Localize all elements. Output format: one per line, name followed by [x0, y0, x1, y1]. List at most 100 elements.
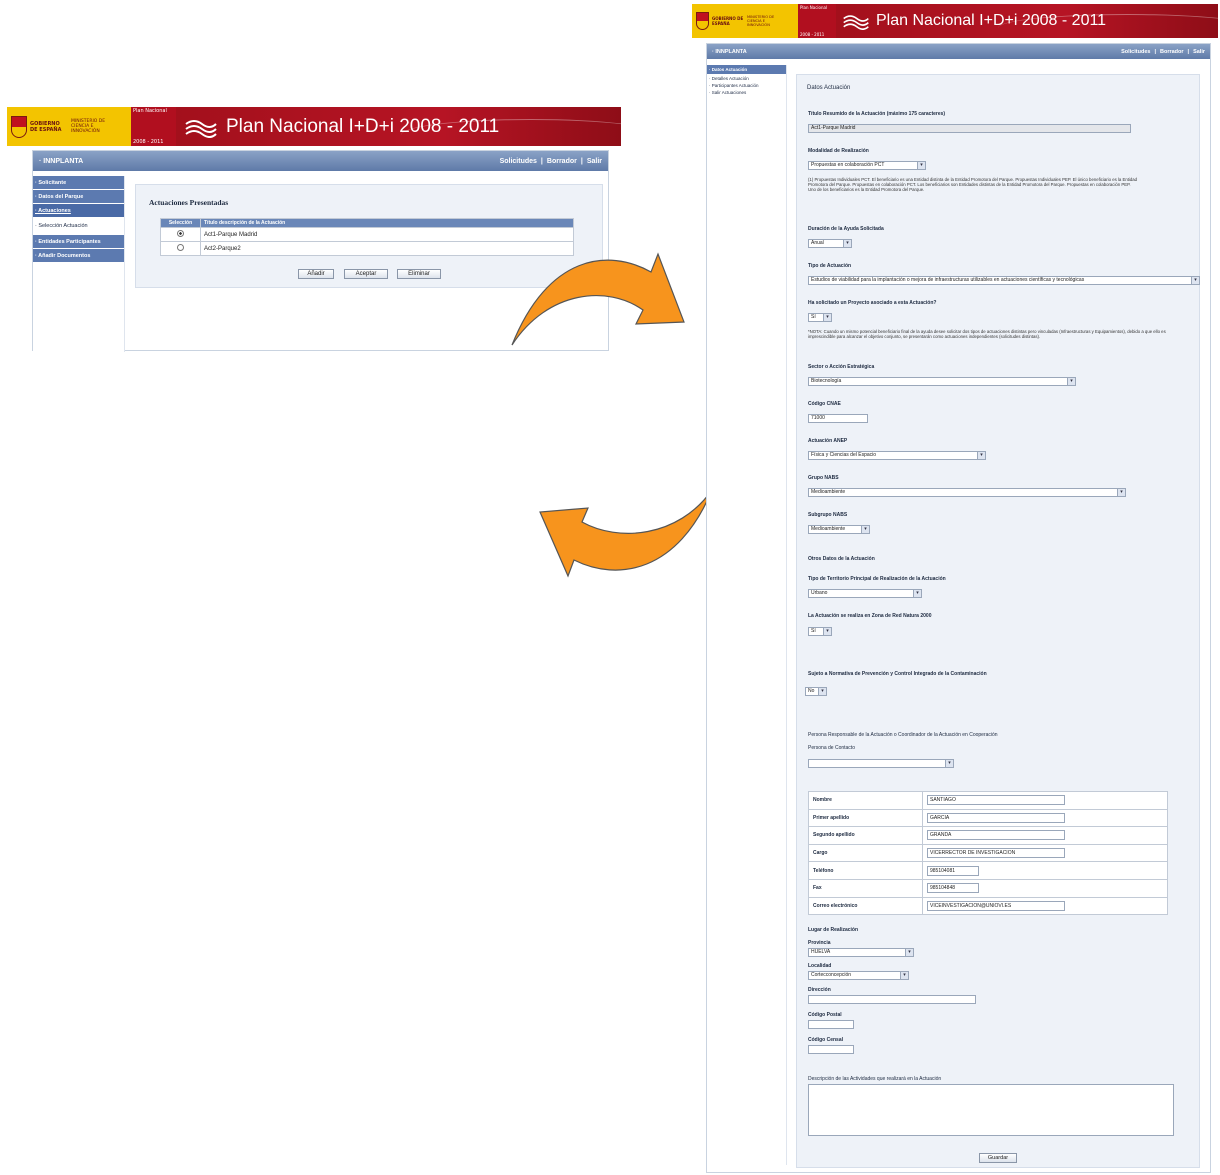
modalidad-select[interactable]: Propuestas en colaboración PCT ▾ [808, 161, 926, 170]
banner-title: Plan Nacional I+D+i 2008 - 2011 [176, 107, 621, 146]
plan-mini-text: Plan Nacional [133, 108, 167, 114]
proyecto-select[interactable]: Sí ▾ [808, 313, 832, 322]
dropdown-arrow-icon: ▾ [1067, 378, 1075, 385]
direccion-label: Dirección [808, 987, 831, 993]
ministerio-text: MINISTERIO DE CIENCIA E INNOVACIÓN [747, 14, 775, 28]
primer-apellido-field[interactable]: GARCIA [927, 812, 1065, 823]
table-row: Correo electrónico VICEINVESTIGACION@UNIO… [808, 896, 1168, 916]
dropdown-arrow-icon: ▾ [843, 240, 851, 247]
link-solicitudes[interactable]: Solicitudes [1121, 49, 1150, 55]
aneo-label: Actuación ANEP [808, 438, 848, 444]
app-name: · INNPLANTA [712, 48, 747, 55]
grupo-select[interactable]: Medioambiente ▾ [808, 488, 1126, 497]
save-button[interactable]: Guardar [979, 1153, 1017, 1163]
sidebar-item-detalles-actuacion[interactable]: · Detalles Actuación [707, 75, 786, 82]
delete-button[interactable]: Eliminar [397, 269, 441, 279]
aneo-select[interactable]: Física y Ciencias del Espacio ▾ [808, 451, 986, 460]
dropdown-arrow-icon: ▾ [1191, 277, 1199, 284]
add-button[interactable]: Añadir [298, 269, 334, 279]
banner-title-text: Plan Nacional I+D+i 2008 - 2011 [876, 12, 1107, 29]
tipo-label: Tipo de Actuación [808, 263, 852, 269]
banner-title: Plan Nacional I+D+i 2008 - 2011 [836, 4, 1218, 38]
descripcion-textarea[interactable] [808, 1084, 1174, 1136]
dropdown-arrow-icon: ▾ [977, 452, 985, 459]
grupo-label: Grupo NABS [808, 475, 839, 481]
contact-key: Segundo apellido [808, 826, 923, 845]
postal-field[interactable] [808, 1020, 854, 1029]
duracion-label: Duración de la Ayuda Solicitada [808, 226, 884, 232]
dropdown-arrow-icon: ▾ [823, 314, 831, 321]
dropdown-arrow-icon: ▾ [818, 688, 826, 695]
otros-datos-label: Otros Datos de la Actuación [808, 556, 875, 562]
top-links: Solicitudes | Borrador | Salir [1121, 48, 1205, 55]
plan-waves-icon [843, 15, 869, 30]
plan-mini-years: 2008 - 2011 [133, 139, 164, 145]
segundo-apellido-field[interactable]: GRANDA [927, 830, 1065, 841]
row-title: Act1-Parque Madrid [200, 227, 574, 242]
subgrupo-label: Subgrupo NABS [808, 512, 848, 518]
sidebar-item-documentos[interactable]: · Añadir Documentos [33, 249, 124, 263]
cargo-field[interactable]: VICERRECTOR DE INVESTIGACION [927, 848, 1065, 859]
left-sidebar: · Solicitante · Datos del Parque · Actua… [33, 176, 125, 352]
contacto-select[interactable]: ▾ [808, 759, 954, 768]
table-row: Segundo apellido GRANDA [808, 826, 1168, 845]
radio-icon[interactable] [177, 244, 184, 251]
spain-shield-icon [696, 12, 709, 30]
government-logo: GOBIERNO DE ESPAÑA MINISTERIO DE CIENCIA… [692, 4, 798, 38]
table-row[interactable]: Act1-Parque Madrid [160, 227, 574, 242]
sidebar-item-salir-actuaciones[interactable]: · Salir Actuaciones [707, 89, 786, 96]
titulo-field[interactable]: Act1-Parque Madrid [808, 124, 1131, 133]
link-salir[interactable]: Salir [587, 158, 602, 165]
table-row: Fax 985104848 [808, 878, 1168, 898]
radio-icon[interactable] [177, 230, 184, 237]
sujeto-select[interactable]: No ▾ [805, 687, 827, 696]
sidebar-item-datos-actuacion[interactable]: · Datos Actuación [707, 65, 786, 75]
dropdown-arrow-icon: ▾ [1117, 489, 1125, 496]
table-row: Cargo VICERRECTOR DE INVESTIGACION [808, 843, 1168, 863]
tipo-select[interactable]: Estudios de viabilidad para la implantac… [808, 276, 1200, 285]
direccion-field[interactable] [808, 995, 976, 1004]
table-row: Primer apellido GARCIA [808, 808, 1168, 828]
provincia-select[interactable]: HUELVA ▾ [808, 948, 914, 957]
sidebar-item-entidades[interactable]: · Entidades Participantes [33, 235, 124, 249]
col-seleccion: Selección [160, 218, 201, 228]
duracion-select[interactable]: Anual ▾ [808, 239, 852, 248]
sector-label: Sector o Acción Estratégica [808, 364, 875, 370]
dropdown-arrow-icon: ▾ [861, 526, 869, 533]
natura-select[interactable]: Sí ▾ [808, 627, 832, 636]
territorio-label: Tipo de Territorio Principal de Realizac… [808, 576, 946, 582]
telefono-field[interactable]: 985104081 [927, 865, 979, 876]
localidad-select[interactable]: Cortecconcepción ▾ [808, 971, 909, 980]
responsable-label: Persona Responsable de la Actuación o Co… [808, 732, 998, 738]
cnae-label: Código CNAE [808, 401, 841, 407]
subgrupo-select[interactable]: Medioambiente ▾ [808, 525, 870, 534]
section-title: Actuaciones Presentadas [149, 198, 229, 207]
cnae-field[interactable]: 71000 [808, 414, 868, 423]
sidebar-item-seleccion-actuacion[interactable]: · Selección Actuación [33, 218, 124, 235]
contact-key: Correo electrónico [808, 896, 923, 916]
link-solicitudes[interactable]: Solicitudes [500, 158, 537, 165]
link-salir[interactable]: Salir [1193, 49, 1205, 55]
sidebar-item-participantes[interactable]: · Participantes Actuación [707, 82, 786, 89]
accept-button[interactable]: Aceptar [344, 269, 388, 279]
gobierno-text: GOBIERNO DE ESPAÑA [712, 16, 744, 26]
modalidad-label: Modalidad de Realización [808, 148, 869, 154]
fax-field[interactable]: 985104848 [927, 883, 979, 894]
sidebar-item-datos-parque[interactable]: · Datos del Parque [33, 190, 124, 204]
right-sidebar: · Datos Actuación · Detalles Actuación ·… [707, 65, 787, 1165]
dropdown-arrow-icon: ▾ [900, 972, 908, 979]
sidebar-item-solicitante[interactable]: · Solicitante [33, 176, 124, 190]
correo-field[interactable]: VICEINVESTIGACION@UNIOVI.ES [927, 900, 1065, 911]
lugar-label: Lugar de Realización [808, 927, 859, 933]
nombre-field[interactable]: SANTIAGO [927, 795, 1065, 806]
contact-table: Nombre SANTIAGO Primer apellido GARCIA Seg… [808, 791, 1168, 916]
dropdown-arrow-icon: ▾ [823, 628, 831, 635]
localidad-label: Localidad [808, 963, 832, 969]
censal-field[interactable] [808, 1045, 854, 1054]
link-borrador[interactable]: Borrador [1160, 49, 1184, 55]
territorio-select[interactable]: Urbano ▾ [808, 589, 922, 598]
link-borrador[interactable]: Borrador [547, 158, 577, 165]
sector-select[interactable]: Biotecnología ▾ [808, 377, 1076, 386]
sidebar-item-actuaciones[interactable]: · Actuaciones [33, 204, 124, 218]
contact-key: Nombre [808, 791, 923, 810]
